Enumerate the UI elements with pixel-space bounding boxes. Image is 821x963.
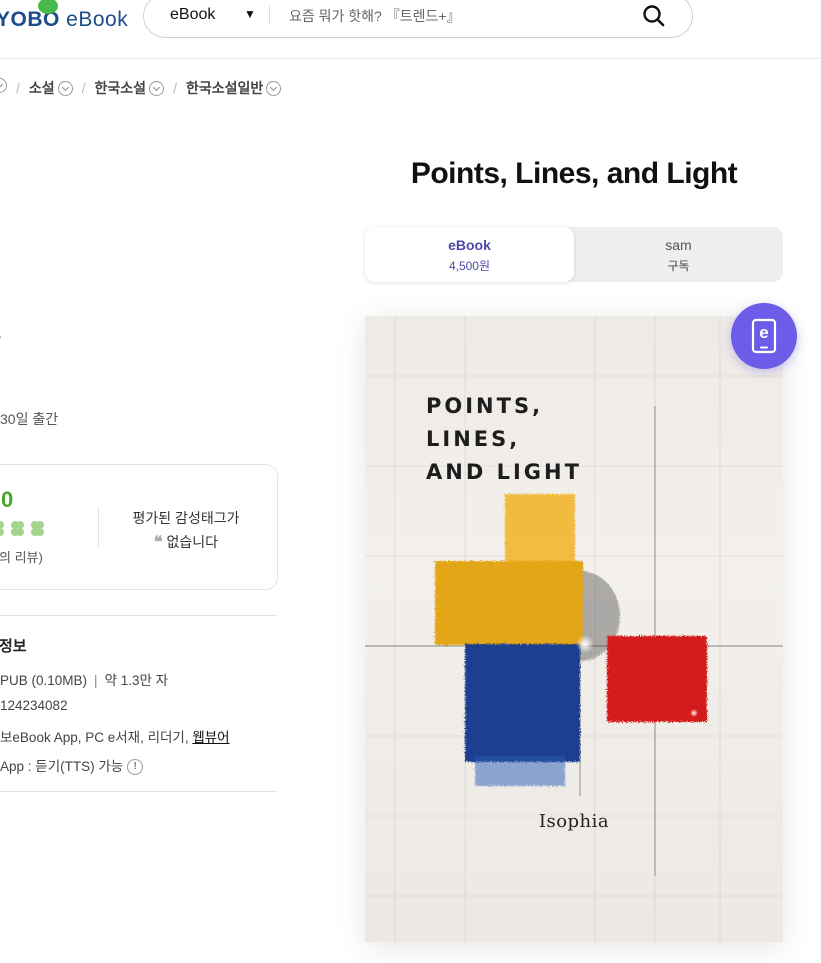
emotion-tag-title: 평가된 감성태그가 [132,510,240,526]
tab-ebook[interactable]: eBook 4,500원 [365,227,574,282]
clover-rating-icon [0,521,44,536]
search-bar: eBook ▼ [143,0,693,38]
tts-text: App : 듣기(TTS) 가능 [0,759,124,774]
search-input[interactable] [287,3,671,29]
logo-sub: eBook [59,8,129,31]
devices-text: 보eBook App, PC e서재, 리더기, [0,730,193,745]
header: YOBO eBook eBook ▼ [0,0,821,59]
rating-box: 0 의 리뷰) 평가된 감성태그가 ❝ 없습니다 [0,464,278,590]
supported-devices: 보eBook App, PC e서재, 리더기, 웹뷰어 [0,726,230,746]
release-date: 30일 출간 [0,411,59,427]
breadcrumb-separator: / [173,80,177,96]
tab-label: sam [665,237,692,253]
emotion-tag-empty: ❝ 없습니다 [116,532,256,552]
cover-author: Isophia [538,811,610,832]
caret-down-icon[interactable]: ▼ [244,7,256,21]
breadcrumb-item-novel[interactable]: 소설 [29,78,73,98]
page-title: Points, Lines, and Light [410,157,738,190]
search-icon[interactable] [641,3,667,29]
search-category-select[interactable]: eBook [170,6,215,24]
isbn: 124234082 [0,698,68,713]
breadcrumb-label: 한국소설일반 [185,80,264,96]
divider [0,791,277,792]
info-icon[interactable]: ! [127,759,144,776]
logo[interactable]: YOBO eBook [0,0,129,32]
book-cover[interactable]: POINTS, LINES, AND LIGHT Isophia [365,316,783,942]
breadcrumb-item-korean-novel[interactable]: 한국소설 [95,78,165,98]
info-separator: | [94,673,98,688]
webviewer-link[interactable]: 웹뷰어 [192,730,229,745]
tab-sam[interactable]: sam 구독 [574,227,783,282]
breadcrumb-item-korean-novel-general[interactable]: 한국소설일반 [185,78,282,98]
tab-subtitle: 구독 [667,259,690,273]
ebook-badge-letter: e [759,323,769,342]
tts-info: App : 듣기(TTS) 가능! [0,755,144,776]
tab-label: eBook [448,237,491,253]
breadcrumb-separator: / [81,80,86,96]
rating-divider [98,507,99,547]
chevron-down-icon[interactable] [149,80,165,96]
cover-title: POINTS, LINES, AND LIGHT [426,394,582,484]
file-format: PUB (0.10MB) [0,673,88,688]
breadcrumb-label: 한국소설 [94,80,147,96]
side-mark: · [0,328,3,344]
breadcrumb-item-prev[interactable] [0,78,7,93]
ebook-device-button[interactable]: e [731,303,797,369]
review-count: 의 리뷰) [0,550,43,565]
search-divider [269,6,270,24]
chevron-down-icon[interactable] [0,78,7,93]
divider [0,615,277,616]
char-count: 약 1.3만 자 [104,673,169,688]
chevron-down-icon[interactable] [57,80,73,96]
tab-price: 4,500원 [448,259,491,273]
quote-icon: ❝ [153,532,163,551]
breadcrumb: / 소설 / 한국소설 / 한국소설일반 [0,78,282,98]
chevron-down-icon[interactable] [266,80,282,96]
file-info: PUB (0.10MB) | 약 1.3만 자 [0,669,168,689]
breadcrumb-label: 소설 [28,80,55,96]
breadcrumb-separator: / [16,80,20,96]
emotion-tag-empty-text: 없습니다 [166,534,219,550]
info-heading: 정보 [0,638,27,655]
rating-score: 0 [1,487,14,512]
format-tabs: eBook 4,500원 sam 구독 [365,227,783,282]
